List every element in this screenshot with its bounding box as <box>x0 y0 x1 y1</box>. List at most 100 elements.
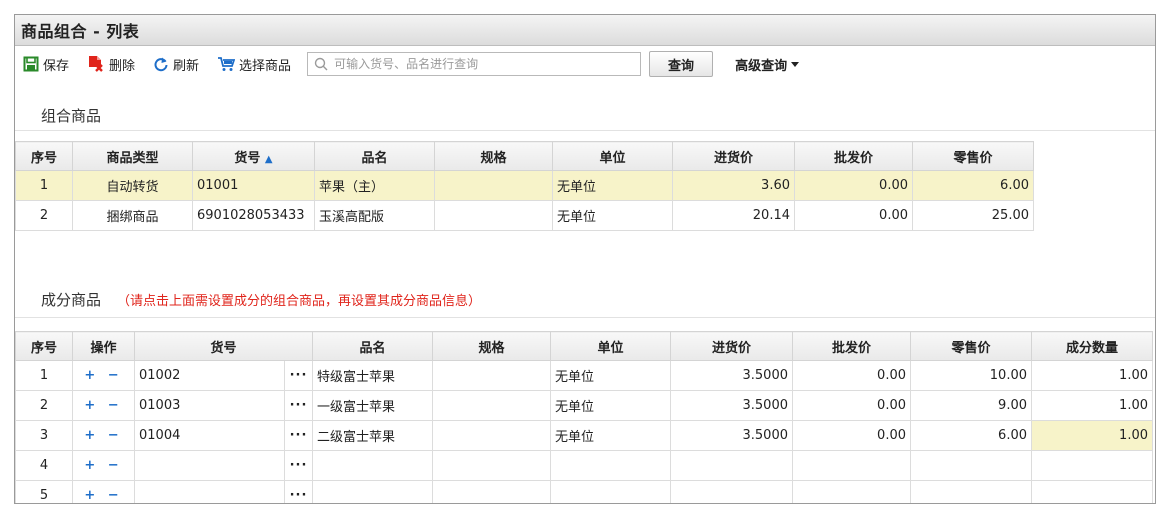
cell-type[interactable]: 自动转货 <box>72 170 193 201</box>
add-remove-buttons[interactable]: + − <box>72 420 135 451</box>
col-header[interactable]: 品名 <box>314 141 435 171</box>
col-header[interactable]: 单位 <box>552 141 673 171</box>
table-row[interactable]: 1 自动转货 01001 苹果（主） 无单位 3.60 0.00 6.00 <box>15 170 1034 201</box>
query-button[interactable]: 查询 <box>649 51 714 77</box>
cell-code[interactable]: 01002 <box>134 360 285 391</box>
cell-retail-price[interactable]: 10.00 <box>910 360 1032 391</box>
table-row[interactable]: 2 + − 01003 ··· 一级富士苹果 无单位 3.5000 0.00 9… <box>15 390 1153 421</box>
cell-wholesale-price[interactable]: 0.00 <box>792 360 911 391</box>
ellipsis-button[interactable]: ··· <box>284 480 313 503</box>
cell-code[interactable]: 01004 <box>134 420 285 451</box>
col-header-code[interactable]: 货号 ▲ <box>192 141 315 171</box>
cell-code[interactable]: 6901028053433 <box>192 200 315 231</box>
cell-unit[interactable]: 无单位 <box>552 200 673 231</box>
cell-retail-price[interactable]: 25.00 <box>912 200 1034 231</box>
ellipsis-button[interactable]: ··· <box>284 390 313 421</box>
cell-name[interactable]: 特级富士苹果 <box>312 360 433 391</box>
cell-wholesale-price[interactable]: 0.00 <box>792 420 911 451</box>
cell-quantity[interactable]: 1.00 <box>1031 390 1153 421</box>
cell-buy-price[interactable]: 3.5000 <box>670 390 793 421</box>
cell-spec[interactable] <box>432 390 551 421</box>
cell-name[interactable] <box>312 450 433 481</box>
col-header[interactable]: 货号 <box>134 331 313 361</box>
col-header[interactable]: 零售价 <box>910 331 1032 361</box>
cell-quantity[interactable]: 1.00 <box>1031 420 1153 451</box>
cell-buy-price[interactable]: 3.60 <box>672 170 795 201</box>
col-header[interactable]: 序号 <box>15 141 73 171</box>
cell-retail-price[interactable] <box>910 450 1032 481</box>
cell-name[interactable]: 一级富士苹果 <box>312 390 433 421</box>
refresh-button[interactable]: 刷新 <box>153 55 199 74</box>
cell-name[interactable]: 二级富士苹果 <box>312 420 433 451</box>
cell-wholesale-price[interactable] <box>792 480 911 503</box>
add-remove-buttons[interactable]: + − <box>72 360 135 391</box>
col-header[interactable]: 商品类型 <box>72 141 193 171</box>
cell-spec[interactable] <box>432 480 551 503</box>
cell-name[interactable]: 玉溪高配版 <box>314 200 435 231</box>
cell-spec[interactable] <box>434 170 553 201</box>
cell-code[interactable] <box>134 480 285 503</box>
cell-quantity[interactable] <box>1031 480 1153 503</box>
col-header[interactable]: 批发价 <box>794 141 913 171</box>
cell-spec[interactable] <box>434 200 553 231</box>
cell-wholesale-price[interactable]: 0.00 <box>792 390 911 421</box>
col-header[interactable]: 品名 <box>312 331 433 361</box>
cell-type[interactable]: 捆绑商品 <box>72 200 193 231</box>
cell-unit[interactable]: 无单位 <box>550 420 671 451</box>
save-button[interactable]: 保存 <box>23 55 69 74</box>
cell-code[interactable] <box>134 450 285 481</box>
cell-spec[interactable] <box>432 450 551 481</box>
add-remove-buttons[interactable]: + − <box>72 450 135 481</box>
cell-buy-price[interactable] <box>670 450 793 481</box>
cell-quantity[interactable]: 1.00 <box>1031 360 1153 391</box>
cell-code[interactable]: 01003 <box>134 390 285 421</box>
ellipsis-button[interactable]: ··· <box>284 360 313 391</box>
advanced-query-dropdown[interactable]: 高级查询 <box>735 55 800 74</box>
cell-name[interactable]: 苹果（主） <box>314 170 435 201</box>
cell-unit[interactable]: 无单位 <box>552 170 673 201</box>
cell-retail-price[interactable]: 6.00 <box>912 170 1034 201</box>
table-row[interactable]: 4 + − ··· <box>15 450 1153 481</box>
cell-spec[interactable] <box>432 420 551 451</box>
ellipsis-button[interactable]: ··· <box>284 450 313 481</box>
table-row[interactable]: 2 捆绑商品 6901028053433 玉溪高配版 无单位 20.14 0.0… <box>15 200 1034 231</box>
cell-code[interactable]: 01001 <box>192 170 315 201</box>
col-header[interactable]: 序号 <box>15 331 73 361</box>
cell-buy-price[interactable]: 20.14 <box>672 200 795 231</box>
cell-retail-price[interactable]: 9.00 <box>910 390 1032 421</box>
cell-name[interactable] <box>312 480 433 503</box>
cell-spec[interactable] <box>432 360 551 391</box>
cell-retail-price[interactable] <box>910 480 1032 503</box>
search-box[interactable] <box>307 52 642 76</box>
col-header[interactable]: 进货价 <box>672 141 795 171</box>
table-row[interactable]: 1 + − 01002 ··· 特级富士苹果 无单位 3.5000 0.00 1… <box>15 360 1153 391</box>
cell-wholesale-price[interactable] <box>792 450 911 481</box>
ellipsis-button[interactable]: ··· <box>284 420 313 451</box>
cell-buy-price[interactable]: 3.5000 <box>670 420 793 451</box>
delete-button[interactable]: 删除 <box>87 55 135 74</box>
col-header[interactable]: 规格 <box>434 141 553 171</box>
add-remove-buttons[interactable]: + − <box>72 390 135 421</box>
cell-wholesale-price[interactable]: 0.00 <box>794 200 913 231</box>
table-row[interactable]: 5 + − ··· <box>15 480 1153 503</box>
search-input[interactable] <box>332 56 637 72</box>
cell-quantity[interactable] <box>1031 450 1153 481</box>
cell-unit[interactable] <box>550 450 671 481</box>
add-remove-buttons[interactable]: + − <box>72 480 135 503</box>
cell-wholesale-price[interactable]: 0.00 <box>794 170 913 201</box>
select-goods-button[interactable]: 选择商品 <box>217 55 291 74</box>
cell-buy-price[interactable] <box>670 480 793 503</box>
col-header[interactable]: 进货价 <box>670 331 793 361</box>
col-header[interactable]: 零售价 <box>912 141 1034 171</box>
col-header[interactable]: 单位 <box>550 331 671 361</box>
cell-retail-price[interactable]: 6.00 <box>910 420 1032 451</box>
table-row[interactable]: 3 + − 01004 ··· 二级富士苹果 无单位 3.5000 0.00 6… <box>15 420 1153 451</box>
cell-buy-price[interactable]: 3.5000 <box>670 360 793 391</box>
col-header[interactable]: 成分数量 <box>1031 331 1153 361</box>
col-header[interactable]: 批发价 <box>792 331 911 361</box>
col-header[interactable]: 操作 <box>72 331 135 361</box>
cell-unit[interactable] <box>550 480 671 503</box>
col-header[interactable]: 规格 <box>432 331 551 361</box>
cell-unit[interactable]: 无单位 <box>550 360 671 391</box>
cell-unit[interactable]: 无单位 <box>550 390 671 421</box>
